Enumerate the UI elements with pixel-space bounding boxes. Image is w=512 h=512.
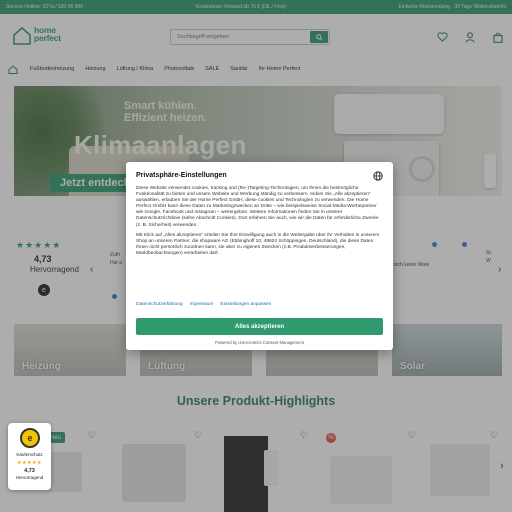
consent-text: Diese Website verwendet cookies, trackin… <box>136 186 384 261</box>
consent-dialog: Privatsphäre-Einstellungen Diese Website… <box>126 162 393 350</box>
consent-footer: Powered by Usercentrics Consent Manageme… <box>215 340 304 345</box>
consent-title: Privatsphäre-Einstellungen <box>136 172 227 179</box>
accept-all-button[interactable]: Alles akzeptieren <box>136 318 383 335</box>
trust-score: 4,73 <box>24 468 35 474</box>
consent-paragraph-1: Diese Website verwendet cookies, trackin… <box>136 186 379 228</box>
imprint-link[interactable]: Impressum <box>190 302 214 307</box>
globe-icon[interactable] <box>373 171 383 181</box>
trust-rating: Hervorragend <box>15 475 44 480</box>
page: Service-Hotline: 02?a / 520 06 996 Koste… <box>0 0 512 512</box>
settings-link[interactable]: Einstellungen anpassen <box>220 302 271 307</box>
trust-label: Käuferschutz <box>16 452 43 457</box>
consent-paragraph-2: Mit Klick auf „Alles akzeptieren“ erteil… <box>136 232 380 256</box>
trusted-shops-seal-icon: e <box>20 428 40 448</box>
consent-links: Datenschutzerklärung Impressum Einstellu… <box>136 302 271 307</box>
trust-stars: ★★★★★ <box>17 460 42 466</box>
privacy-link[interactable]: Datenschutzerklärung <box>136 302 183 307</box>
trusted-shops-badge[interactable]: e Käuferschutz ★★★★★ 4,73 Hervorragend <box>8 423 51 490</box>
